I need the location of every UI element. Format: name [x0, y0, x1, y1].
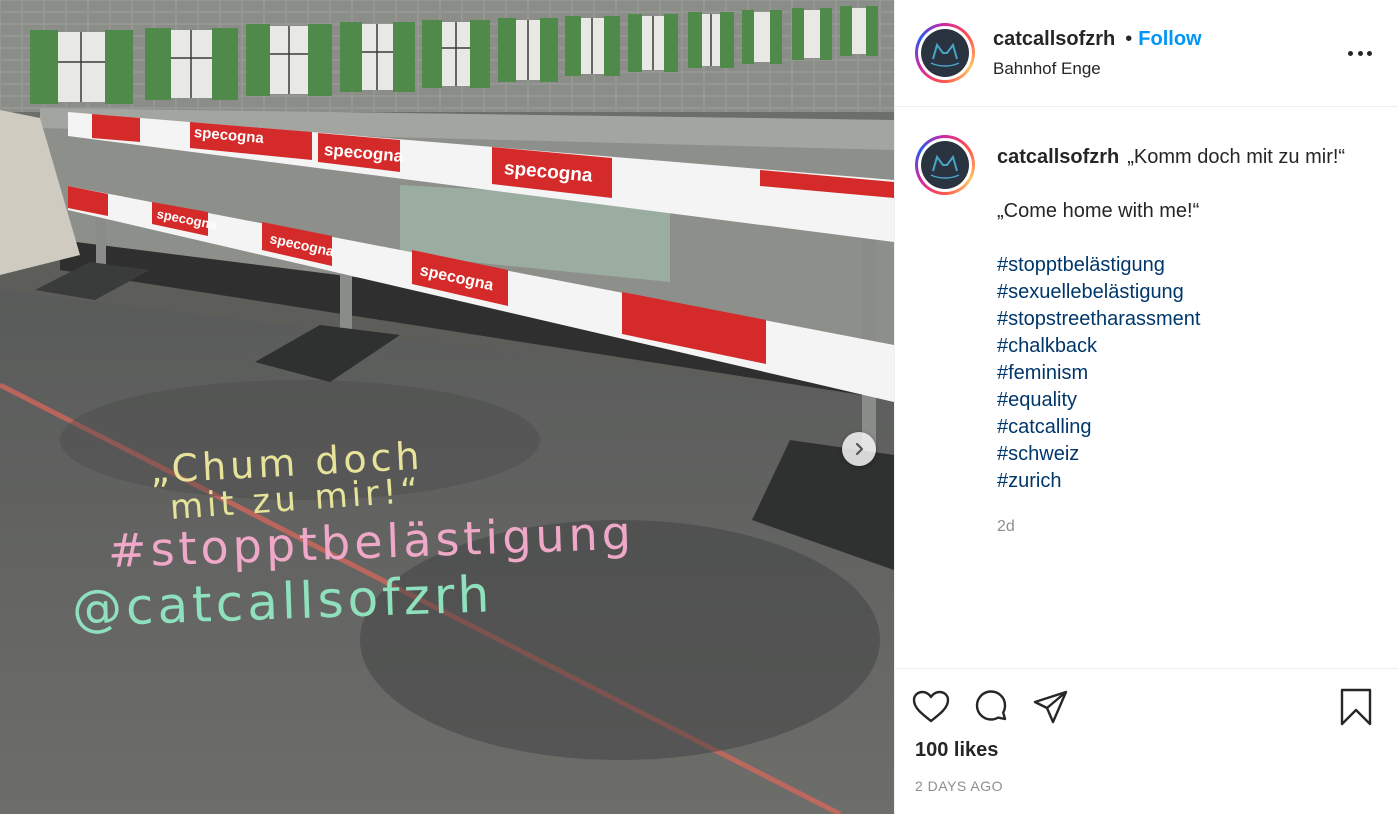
- comment-time[interactable]: 2d: [997, 513, 1345, 540]
- caption: catcallsofzrh „Komm doch mit zu mir!“ „Co…: [997, 135, 1345, 668]
- hashtag-link[interactable]: #catcalling: [997, 414, 1345, 441]
- header-username[interactable]: catcallsofzrh: [993, 28, 1115, 51]
- save-button[interactable]: [1336, 687, 1376, 727]
- like-button[interactable]: [911, 687, 951, 727]
- follow-button[interactable]: Follow: [1138, 28, 1201, 51]
- avatar[interactable]: [915, 23, 975, 83]
- post-date[interactable]: 2 DAYS AGO: [915, 778, 1378, 794]
- post-photo[interactable]: specogna specogna specogna specogna spec…: [0, 0, 894, 814]
- next-photo-button[interactable]: [842, 432, 876, 466]
- caption-area: catcallsofzrh „Komm doch mit zu mir!“ „Co…: [895, 107, 1398, 668]
- photo-scene: [0, 0, 894, 814]
- hashtag-link[interactable]: #schweiz: [997, 441, 1345, 468]
- caption-line-2: „Come home with me!“: [997, 200, 1200, 222]
- share-button[interactable]: [1031, 687, 1071, 727]
- comment-icon: [975, 690, 1007, 721]
- heart-icon: [912, 690, 950, 723]
- separator-dot: •: [1125, 27, 1133, 50]
- location-link[interactable]: Bahnhof Enge: [993, 59, 1202, 79]
- hashtag-list: #stopptbelästigung #sexuellebelästigung #s…: [997, 252, 1345, 495]
- hashtag-link[interactable]: #stopstreetharassment: [997, 306, 1345, 333]
- hashtag-link[interactable]: #feminism: [997, 360, 1345, 387]
- post-side-panel: catcallsofzrh • Follow Bahnhof Enge catc…: [894, 0, 1398, 814]
- hashtag-link[interactable]: #stopptbelästigung: [997, 252, 1345, 279]
- cat-logo-icon: [930, 154, 960, 179]
- instagram-post: specogna specogna specogna specogna spec…: [0, 0, 1398, 814]
- likes-count[interactable]: 100 likes: [915, 739, 1378, 762]
- post-actions: 100 likes 2 DAYS AGO: [895, 668, 1398, 814]
- chevron-right-icon: [855, 442, 864, 456]
- paper-plane-icon: [1033, 690, 1068, 724]
- caption-username[interactable]: catcallsofzrh: [997, 146, 1119, 168]
- hashtag-link[interactable]: #equality: [997, 387, 1345, 414]
- hashtag-link[interactable]: #zurich: [997, 468, 1345, 495]
- hashtag-link[interactable]: #sexuellebelästigung: [997, 279, 1345, 306]
- bookmark-icon: [1340, 688, 1372, 726]
- post-header: catcallsofzrh • Follow Bahnhof Enge: [895, 0, 1398, 107]
- caption-avatar[interactable]: [915, 135, 975, 195]
- caption-line-1: „Komm doch mit zu mir!“: [1127, 146, 1346, 168]
- more-options-icon[interactable]: [1348, 42, 1372, 64]
- hashtag-link[interactable]: #chalkback: [997, 333, 1345, 360]
- cat-logo-icon: [930, 42, 960, 67]
- comment-button[interactable]: [971, 687, 1011, 727]
